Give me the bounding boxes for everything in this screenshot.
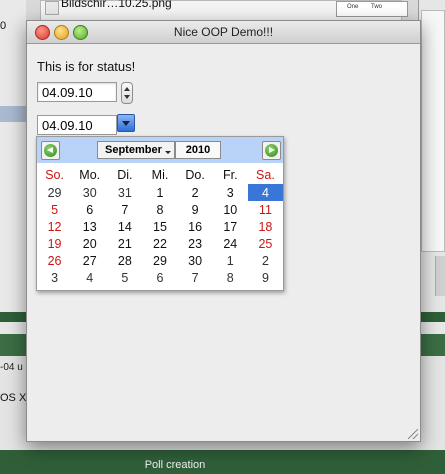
thumb-label: Two bbox=[371, 4, 383, 10]
calendar-day[interactable]: 2 bbox=[248, 252, 283, 269]
background-fragment: -04 u bbox=[0, 362, 23, 373]
calendar-day[interactable]: 1 bbox=[142, 184, 177, 201]
background-file-label: Bildschir…10.25.png bbox=[61, 0, 172, 10]
resize-grip-icon[interactable] bbox=[408, 429, 418, 439]
calendar-day[interactable]: 17 bbox=[213, 218, 248, 235]
calendar-popup: September 2010 So. Mo. Di. Mi. Do. Fr. S… bbox=[36, 136, 284, 291]
calendar-day[interactable]: 21 bbox=[107, 235, 142, 252]
stepper-up-icon[interactable] bbox=[124, 87, 130, 91]
calendar-day[interactable]: 30 bbox=[72, 184, 107, 201]
background-fragment: 0 bbox=[0, 20, 7, 32]
background-scrollbar bbox=[435, 256, 445, 296]
previous-month-button[interactable] bbox=[41, 141, 60, 160]
calendar-day[interactable]: 5 bbox=[107, 269, 142, 286]
main-window: Nice OOP Demo!!! This is for status! 04.… bbox=[26, 20, 421, 442]
background-selection-row bbox=[0, 106, 26, 122]
window-title: Nice OOP Demo!!! bbox=[173, 25, 274, 39]
next-month-button[interactable] bbox=[262, 141, 281, 160]
calendar-day[interactable]: 2 bbox=[178, 184, 213, 201]
weekday-label: So. bbox=[45, 167, 64, 182]
year-field[interactable]: 2010 bbox=[175, 141, 221, 159]
calendar-day[interactable]: 8 bbox=[142, 201, 177, 218]
background-window-top: Bildschir…10.25.png One Two bbox=[40, 0, 408, 22]
calendar-day[interactable]: 18 bbox=[248, 218, 283, 235]
calendar-day[interactable]: 4 bbox=[72, 269, 107, 286]
calendar-week-row: 19 20 21 22 23 24 25 bbox=[37, 235, 283, 252]
calendar-dropdown-button[interactable] bbox=[117, 114, 135, 132]
calendar-day[interactable]: 12 bbox=[37, 218, 72, 235]
calendar-day[interactable]: 13 bbox=[72, 218, 107, 235]
thumb-label: One bbox=[347, 4, 359, 10]
calendar-day[interactable]: 30 bbox=[178, 252, 213, 269]
calendar-day[interactable]: 22 bbox=[142, 235, 177, 252]
date-stepper[interactable] bbox=[121, 82, 133, 104]
calendar-day[interactable]: 26 bbox=[37, 252, 72, 269]
stepper-down-icon[interactable] bbox=[124, 95, 130, 99]
calendar-header: September 2010 bbox=[37, 137, 283, 163]
file-icon bbox=[45, 1, 59, 15]
calendar-day[interactable]: 7 bbox=[178, 269, 213, 286]
calendar-day[interactable]: 14 bbox=[107, 218, 142, 235]
calendar-week-row: 29 30 31 1 2 3 4 bbox=[37, 184, 283, 201]
weekday-label: Mi. bbox=[151, 167, 169, 182]
calendar-grid: So. Mo. Di. Mi. Do. Fr. Sa. 29 30 31 1 2… bbox=[37, 166, 283, 286]
calendar-day[interactable]: 24 bbox=[213, 235, 248, 252]
background-thumbnail: One Two bbox=[336, 1, 408, 17]
calendar-day[interactable]: 9 bbox=[248, 269, 283, 286]
weekday-label: Sa. bbox=[256, 167, 275, 182]
background-fragment: OS X bbox=[0, 392, 27, 404]
calendar-day[interactable]: 27 bbox=[72, 252, 107, 269]
weekday-label: Di. bbox=[117, 167, 133, 182]
background-pane bbox=[421, 10, 445, 252]
calendar-week-row: 26 27 28 29 30 1 2 bbox=[37, 252, 283, 269]
calendar-day[interactable]: 23 bbox=[178, 235, 213, 252]
calendar-day[interactable]: 19 bbox=[37, 235, 72, 252]
calendar-day[interactable]: 16 bbox=[178, 218, 213, 235]
weekday-label: Do. bbox=[185, 167, 205, 182]
weekday-label: Fr. bbox=[222, 167, 238, 182]
calendar-day[interactable]: 31 bbox=[107, 184, 142, 201]
calendar-day[interactable]: 6 bbox=[72, 201, 107, 218]
calendar-week-row: 5 6 7 8 9 10 11 bbox=[37, 201, 283, 218]
calendar-week-row: 3 4 5 6 7 8 9 bbox=[37, 269, 283, 286]
poll-creation-label: Poll creation bbox=[144, 459, 206, 471]
date-stepper-field[interactable]: 04.09.10 bbox=[37, 82, 117, 102]
weekday-label: Mo. bbox=[79, 167, 101, 182]
calendar-day[interactable]: 29 bbox=[37, 184, 72, 201]
calendar-day[interactable]: 8 bbox=[213, 269, 248, 286]
calendar-day-selected[interactable]: 4 bbox=[247, 184, 283, 201]
calendar-day[interactable]: 15 bbox=[142, 218, 177, 235]
calendar-day[interactable]: 3 bbox=[213, 184, 248, 201]
calendar-day[interactable]: 3 bbox=[37, 269, 72, 286]
calendar-day[interactable]: 28 bbox=[107, 252, 142, 269]
calendar-day[interactable]: 6 bbox=[142, 269, 177, 286]
calendar-day[interactable]: 1 bbox=[213, 252, 248, 269]
arrow-left-icon bbox=[44, 144, 57, 157]
arrow-right-icon bbox=[265, 144, 278, 157]
date-combo-field[interactable]: 04.09.10 bbox=[37, 115, 117, 135]
calendar-day[interactable]: 7 bbox=[107, 201, 142, 218]
calendar-day[interactable]: 29 bbox=[142, 252, 177, 269]
title-bar[interactable]: Nice OOP Demo!!! bbox=[27, 21, 420, 44]
calendar-day[interactable]: 20 bbox=[72, 235, 107, 252]
month-selector[interactable]: September bbox=[97, 141, 175, 159]
status-label: This is for status! bbox=[37, 59, 136, 74]
calendar-day[interactable]: 9 bbox=[178, 201, 213, 218]
weekday-header-row: So. Mo. Di. Mi. Do. Fr. Sa. bbox=[37, 166, 283, 184]
calendar-day[interactable]: 5 bbox=[37, 201, 72, 218]
calendar-week-row: 12 13 14 15 16 17 18 bbox=[37, 218, 283, 235]
calendar-day[interactable]: 10 bbox=[213, 201, 248, 218]
calendar-day[interactable]: 11 bbox=[248, 201, 283, 218]
calendar-day[interactable]: 25 bbox=[248, 235, 283, 252]
